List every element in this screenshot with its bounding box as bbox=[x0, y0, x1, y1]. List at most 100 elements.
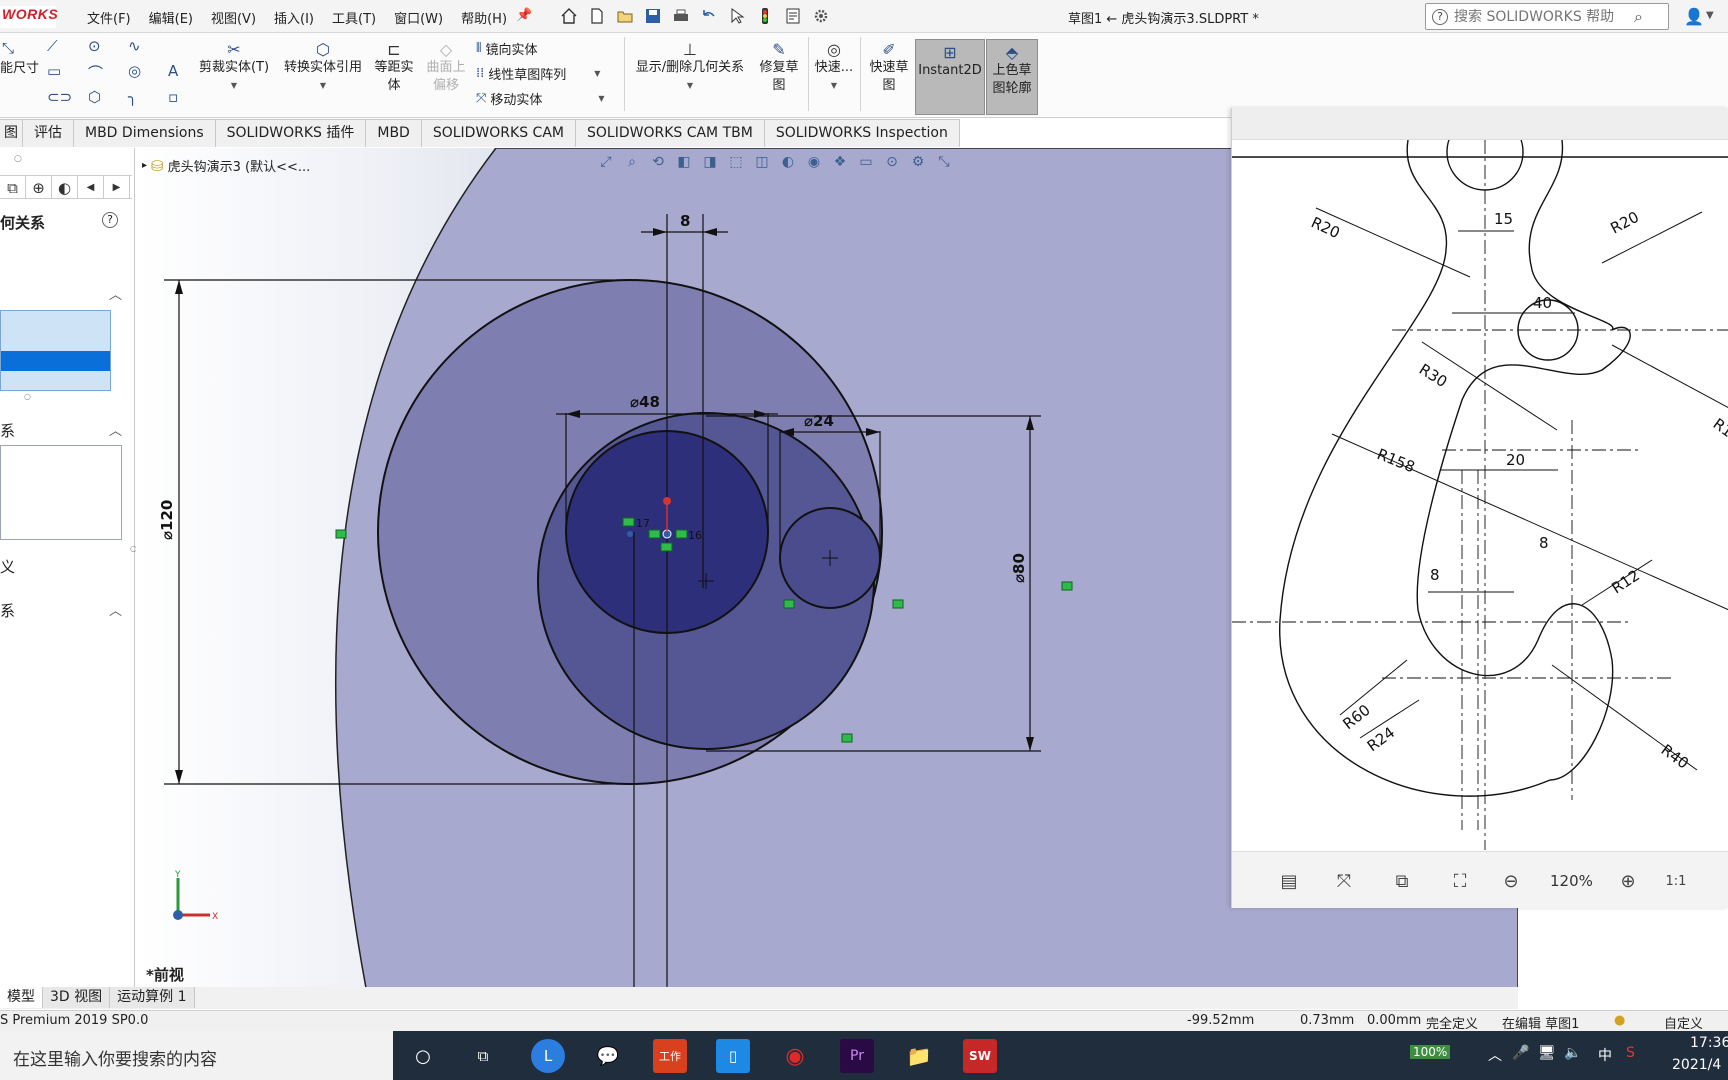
clock-date[interactable]: 2021/4 bbox=[1672, 1057, 1721, 1073]
home-icon[interactable] bbox=[556, 5, 582, 27]
select-cursor-icon[interactable] bbox=[724, 5, 750, 27]
tab-model[interactable]: 模型 bbox=[0, 987, 43, 1008]
zoom-to-area-icon[interactable]: ⌕ bbox=[622, 152, 642, 172]
dim-d120[interactable]: ⌀120 bbox=[158, 500, 176, 540]
selected-entities-header[interactable]: ︿ bbox=[0, 284, 130, 308]
display-style-icon[interactable]: ◫ bbox=[752, 152, 772, 172]
premiere-pro-icon[interactable]: Pr bbox=[840, 1039, 874, 1073]
file-properties-icon[interactable] bbox=[780, 5, 806, 27]
task-view-icon[interactable]: ⧉ bbox=[466, 1039, 500, 1073]
zoom-out-icon[interactable]: ⊖ bbox=[1497, 868, 1525, 896]
tab-mbd-dimensions[interactable]: MBD Dimensions bbox=[74, 119, 216, 147]
chevron-up-icon[interactable]: ︿ bbox=[109, 600, 122, 619]
existing-relations-header[interactable]: 系 ︿ bbox=[0, 420, 130, 444]
crop-icon[interactable]: ⤧ bbox=[1330, 868, 1358, 896]
add-relations-header[interactable]: 系 ︿ bbox=[0, 600, 130, 624]
slot-icon[interactable]: ⊂⊃ bbox=[47, 88, 72, 106]
edit-appearance-icon[interactable]: ◉ bbox=[804, 152, 824, 172]
chevron-down-icon[interactable]: ▼ bbox=[278, 77, 368, 95]
layout-icon[interactable]: ▤ bbox=[1275, 868, 1303, 896]
lenovo-app-icon[interactable]: L bbox=[531, 1039, 565, 1073]
fillet-icon[interactable]: ╮ bbox=[128, 88, 137, 106]
help-search-box[interactable]: ? ⌕ bbox=[1425, 3, 1669, 30]
line-icon[interactable]: ⟋ bbox=[47, 37, 58, 55]
resize-handle-icon[interactable]: ○ bbox=[24, 392, 31, 401]
microphone-icon[interactable]: 🎤 bbox=[1512, 1045, 1529, 1061]
rebuild-traffic-light-icon[interactable] bbox=[752, 5, 778, 27]
repair-sketch-button[interactable]: ✎ 修复草 图 bbox=[754, 41, 804, 95]
selected-entity-row[interactable] bbox=[1, 351, 110, 371]
tab-solidworks-cam[interactable]: SOLIDWORKS CAM bbox=[421, 119, 576, 147]
mirror-entities-button[interactable]: ⫴ 镜向实体 bbox=[476, 39, 537, 58]
sogou-ime-icon[interactable]: S bbox=[1626, 1045, 1635, 1061]
help-search-input[interactable] bbox=[1454, 7, 1626, 27]
chevron-down-icon[interactable]: ▼ bbox=[594, 69, 600, 78]
new-document-icon[interactable] bbox=[584, 5, 610, 27]
display-manager-tab[interactable]: ◐ bbox=[52, 176, 78, 199]
quick-snaps-button[interactable]: ◎ 快速... ▼ bbox=[812, 41, 856, 95]
realview-icon[interactable]: ⚙ bbox=[908, 152, 928, 172]
rectangle-icon[interactable]: ▭ bbox=[47, 62, 61, 80]
dynamic-annotation-icon[interactable]: ◨ bbox=[700, 152, 720, 172]
zoom-to-fit-icon[interactable]: ⤢ bbox=[596, 152, 616, 172]
chevron-down-icon[interactable]: ▼ bbox=[628, 77, 752, 95]
chevron-down-icon[interactable]: ▼ bbox=[196, 77, 272, 95]
menu-file[interactable]: 文件(F) bbox=[78, 6, 140, 29]
pin-icon[interactable]: 📌 bbox=[516, 8, 532, 23]
network-icon[interactable]: 🖥 bbox=[1538, 1045, 1556, 1061]
convert-entities-button[interactable]: ⬡ 转换实体引用 ▼ bbox=[278, 41, 368, 95]
shaded-sketch-button[interactable]: ⬘ 上色草 图轮廓 bbox=[986, 39, 1038, 115]
offset-on-surface-button[interactable]: ◇ 曲面上 偏移 bbox=[422, 41, 470, 95]
text-icon[interactable]: A bbox=[168, 62, 178, 80]
circle-icon[interactable]: ⊙ bbox=[88, 37, 101, 55]
ellipse-icon[interactable]: ◎ bbox=[128, 62, 141, 80]
dim-d80[interactable]: ⌀80 bbox=[1010, 553, 1028, 583]
menu-tools[interactable]: 工具(T) bbox=[323, 6, 385, 29]
chevron-down-icon[interactable]: ▼ bbox=[1706, 10, 1714, 21]
save-icon[interactable] bbox=[640, 5, 666, 27]
units-selector[interactable]: 自定义 bbox=[1664, 1013, 1703, 1032]
selected-entities-list[interactable] bbox=[0, 310, 111, 391]
maximize-icon[interactable]: ⤡ bbox=[934, 152, 954, 172]
scroll-right-icon[interactable]: ▶ bbox=[104, 176, 130, 199]
cortana-icon[interactable]: ○ bbox=[406, 1039, 440, 1073]
section-view-icon[interactable]: ◧ bbox=[674, 152, 694, 172]
offset-entities-button[interactable]: ⊏ 等距实 体 bbox=[370, 41, 418, 95]
actual-size-icon[interactable]: 1:1 bbox=[1662, 868, 1690, 896]
linear-pattern-button[interactable]: ⁞⁞ 线性草图阵列 ▼ bbox=[476, 64, 600, 83]
options-gear-icon[interactable] bbox=[808, 5, 834, 27]
volume-icon[interactable]: 🔈 bbox=[1564, 1045, 1581, 1061]
tab-mbd[interactable]: MBD bbox=[366, 119, 422, 147]
menu-edit[interactable]: 编辑(E) bbox=[140, 6, 202, 29]
rapid-sketch-button[interactable]: ✐ 快速草 图 bbox=[864, 41, 914, 95]
menu-help[interactable]: 帮助(H) bbox=[452, 6, 516, 29]
open-folder-icon[interactable] bbox=[612, 5, 638, 27]
undo-icon[interactable] bbox=[696, 5, 722, 27]
user-icon[interactable]: 👤 bbox=[1684, 7, 1704, 26]
chevron-up-icon[interactable]: ︿ bbox=[109, 284, 122, 303]
apply-scene-icon[interactable]: ❖ bbox=[830, 152, 850, 172]
show-hidden-icons-icon[interactable]: ︿ bbox=[1488, 1045, 1502, 1065]
wechat-icon[interactable]: 💬 bbox=[591, 1039, 625, 1073]
clock-time[interactable]: 17:36 bbox=[1690, 1035, 1728, 1051]
spline-icon[interactable]: ∿ bbox=[128, 37, 141, 55]
property-manager-tab[interactable]: ⧉ bbox=[0, 176, 26, 199]
expand-arrow-icon[interactable]: ▸ bbox=[142, 160, 147, 171]
input-method-indicator[interactable]: 中 bbox=[1598, 1045, 1612, 1065]
solidworks-taskbar-icon[interactable]: SW bbox=[963, 1039, 997, 1073]
menu-view[interactable]: 视图(V) bbox=[202, 6, 265, 29]
rebuild-status-icon[interactable]: ● bbox=[1614, 1013, 1625, 1028]
instant2d-button[interactable]: ⊞ Instant2D bbox=[915, 39, 985, 115]
fit-window-icon[interactable]: ⛶ bbox=[1446, 868, 1474, 896]
file-explorer-icon[interactable]: 📁 bbox=[902, 1039, 936, 1073]
help-icon[interactable]: ? bbox=[102, 212, 118, 228]
trim-entities-button[interactable]: ✂ 剪裁实体(T) ▼ bbox=[196, 41, 272, 95]
tab-sketch[interactable]: 图 bbox=[0, 119, 23, 147]
tab-solidworks-cam-tbm[interactable]: SOLIDWORKS CAM TBM bbox=[575, 119, 765, 147]
polygon-icon[interactable]: ⬡ bbox=[88, 88, 101, 106]
display-pane-icon[interactable]: ⊙ bbox=[882, 152, 902, 172]
configuration-manager-tab[interactable]: ⊕ bbox=[26, 176, 52, 199]
search-icon[interactable]: ⌕ bbox=[1634, 7, 1643, 27]
menu-window[interactable]: 窗口(W) bbox=[385, 6, 452, 29]
chevron-down-icon[interactable]: ▼ bbox=[598, 94, 604, 103]
